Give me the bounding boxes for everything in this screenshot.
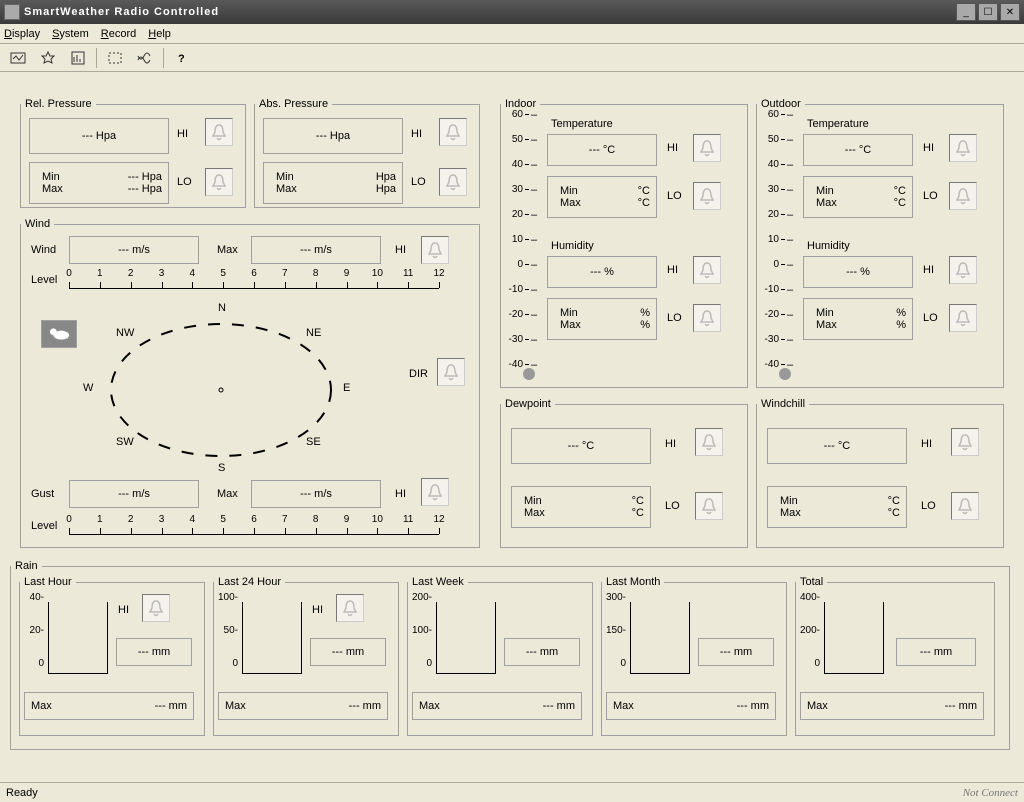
outdoor-temp-alarm-hi[interactable] (949, 134, 977, 162)
menu-display[interactable]: Display (4, 28, 40, 40)
indoor-thermo-scale: 60–50–40–30–20–10–0–-10–-20–-30–-40– (503, 114, 533, 378)
rain-24-alarm[interactable] (336, 594, 364, 622)
toolbar-button-2[interactable] (34, 46, 62, 70)
status-connect: Not Connect (963, 787, 1018, 799)
abs-pressure-minmax: MinHpa MaxHpa (263, 162, 403, 204)
windchill-alarm-lo[interactable] (951, 492, 979, 520)
outdoor-humid-alarm-lo[interactable] (949, 304, 977, 332)
wind-legend: Wind (21, 218, 54, 230)
rain-last-week: Last Week 200-100-0 --- mm Max--- mm (407, 576, 593, 736)
dewpoint-value: --- °C (511, 428, 651, 464)
menu-help[interactable]: Help (148, 28, 171, 40)
wind-dir-alarm[interactable] (437, 358, 465, 386)
wind-max-speed: --- m/s (251, 236, 381, 264)
outdoor-humid-alarm-hi[interactable] (949, 256, 977, 284)
dewpoint-group: Dewpoint --- °C HI Min°C Max°C LO (500, 398, 748, 548)
indoor-temp-minmax: Min°C Max°C (547, 176, 657, 218)
abs-pressure-alarm-lo[interactable] (439, 168, 467, 196)
indoor-temp-value: --- °C (547, 134, 657, 166)
wind-level-scale: 0123456789101112 (69, 268, 439, 292)
rel-pressure-value: --- Hpa (29, 118, 169, 154)
outdoor-humid-value: --- % (803, 256, 913, 288)
rain-hour-alarm[interactable] (142, 594, 170, 622)
app-title: SmartWeather Radio Controlled (24, 6, 956, 18)
indoor-group: Indoor 60–50–40–30–20–10–0–-10–-20–-30–-… (500, 98, 748, 388)
menu-system[interactable]: System (52, 28, 89, 40)
abs-pressure-group: Abs. Pressure --- Hpa HI MinHpa MaxHpa L… (254, 98, 480, 208)
svg-text:**: ** (59, 332, 69, 343)
outdoor-group: Outdoor 60–50–40–30–20–10–0–-10–-20–-30–… (756, 98, 1004, 388)
toolbar-button-5[interactable] (131, 46, 159, 70)
abs-pressure-legend: Abs. Pressure (255, 98, 332, 110)
indoor-humid-alarm-lo[interactable] (693, 304, 721, 332)
rain-total: Total 400-200-0 --- mm Max--- mm (795, 576, 995, 736)
title-bar: SmartWeather Radio Controlled _ ☐ ✕ (0, 0, 1024, 24)
abs-pressure-alarm-hi[interactable] (439, 118, 467, 146)
rel-pressure-alarm-hi[interactable] (205, 118, 233, 146)
rain-last-24: Last 24 Hour 100-50-0 HI --- mm Max--- m… (213, 576, 399, 736)
weather-icon: ** (41, 320, 77, 348)
toolbar: ? (0, 44, 1024, 72)
wind-group: Wind Wind --- m/s Max --- m/s HI Level 0… (20, 218, 480, 548)
menu-record[interactable]: Record (101, 28, 136, 40)
windchill-value: --- °C (767, 428, 907, 464)
toolbar-button-help[interactable]: ? (168, 46, 196, 70)
svg-text:?: ? (178, 53, 185, 65)
minimize-button[interactable]: _ (956, 3, 976, 21)
outdoor-thermo-scale: 60–50–40–30–20–10–0–-10–-20–-30–-40– (759, 114, 789, 378)
indoor-humid-minmax: Min% Max% (547, 298, 657, 340)
gust-level-scale: 0123456789101112 (69, 514, 439, 538)
rain-last-hour: Last Hour 40-20-0 HI --- mm Max--- mm (19, 576, 205, 736)
indoor-humid-alarm-hi[interactable] (693, 256, 721, 284)
indoor-humid-value: --- % (547, 256, 657, 288)
outdoor-temp-minmax: Min°C Max°C (803, 176, 913, 218)
rel-pressure-alarm-lo[interactable] (205, 168, 233, 196)
rain-group: Rain Last Hour 40-20-0 HI --- mm Max--- … (10, 560, 1010, 750)
rel-pressure-minmax: Min--- Hpa Max--- Hpa (29, 162, 169, 204)
maximize-button[interactable]: ☐ (978, 3, 998, 21)
app-icon (4, 4, 20, 20)
wind-speed: --- m/s (69, 236, 199, 264)
outdoor-humid-minmax: Min% Max% (803, 298, 913, 340)
menu-bar: Display System Record Help (0, 24, 1024, 44)
gust-alarm-hi[interactable] (421, 478, 449, 506)
dewpoint-minmax: Min°C Max°C (511, 486, 651, 528)
wind-alarm-hi[interactable] (421, 236, 449, 264)
indoor-temp-alarm-lo[interactable] (693, 182, 721, 210)
windchill-alarm-hi[interactable] (951, 428, 979, 456)
toolbar-button-4[interactable] (101, 46, 129, 70)
windchill-minmax: Min°C Max°C (767, 486, 907, 528)
windchill-group: Windchill --- °C HI Min°C Max°C LO (756, 398, 1004, 548)
gust-max-speed: --- m/s (251, 480, 381, 508)
rel-pressure-legend: Rel. Pressure (21, 98, 96, 110)
status-bar: Ready Not Connect (0, 782, 1024, 802)
dewpoint-alarm-hi[interactable] (695, 428, 723, 456)
toolbar-button-1[interactable] (4, 46, 32, 70)
hi-label: HI (177, 128, 188, 140)
close-button[interactable]: ✕ (1000, 3, 1020, 21)
outdoor-temp-alarm-lo[interactable] (949, 182, 977, 210)
lo-label: LO (177, 176, 192, 188)
indoor-temp-alarm-hi[interactable] (693, 134, 721, 162)
dewpoint-alarm-lo[interactable] (695, 492, 723, 520)
rain-last-month: Last Month 300-150-0 --- mm Max--- mm (601, 576, 787, 736)
rel-pressure-group: Rel. Pressure --- Hpa HI Min--- Hpa Max-… (20, 98, 246, 208)
gust-speed: --- m/s (69, 480, 199, 508)
toolbar-button-3[interactable] (64, 46, 92, 70)
status-ready: Ready (6, 787, 38, 799)
outdoor-temp-value: --- °C (803, 134, 913, 166)
abs-pressure-value: --- Hpa (263, 118, 403, 154)
